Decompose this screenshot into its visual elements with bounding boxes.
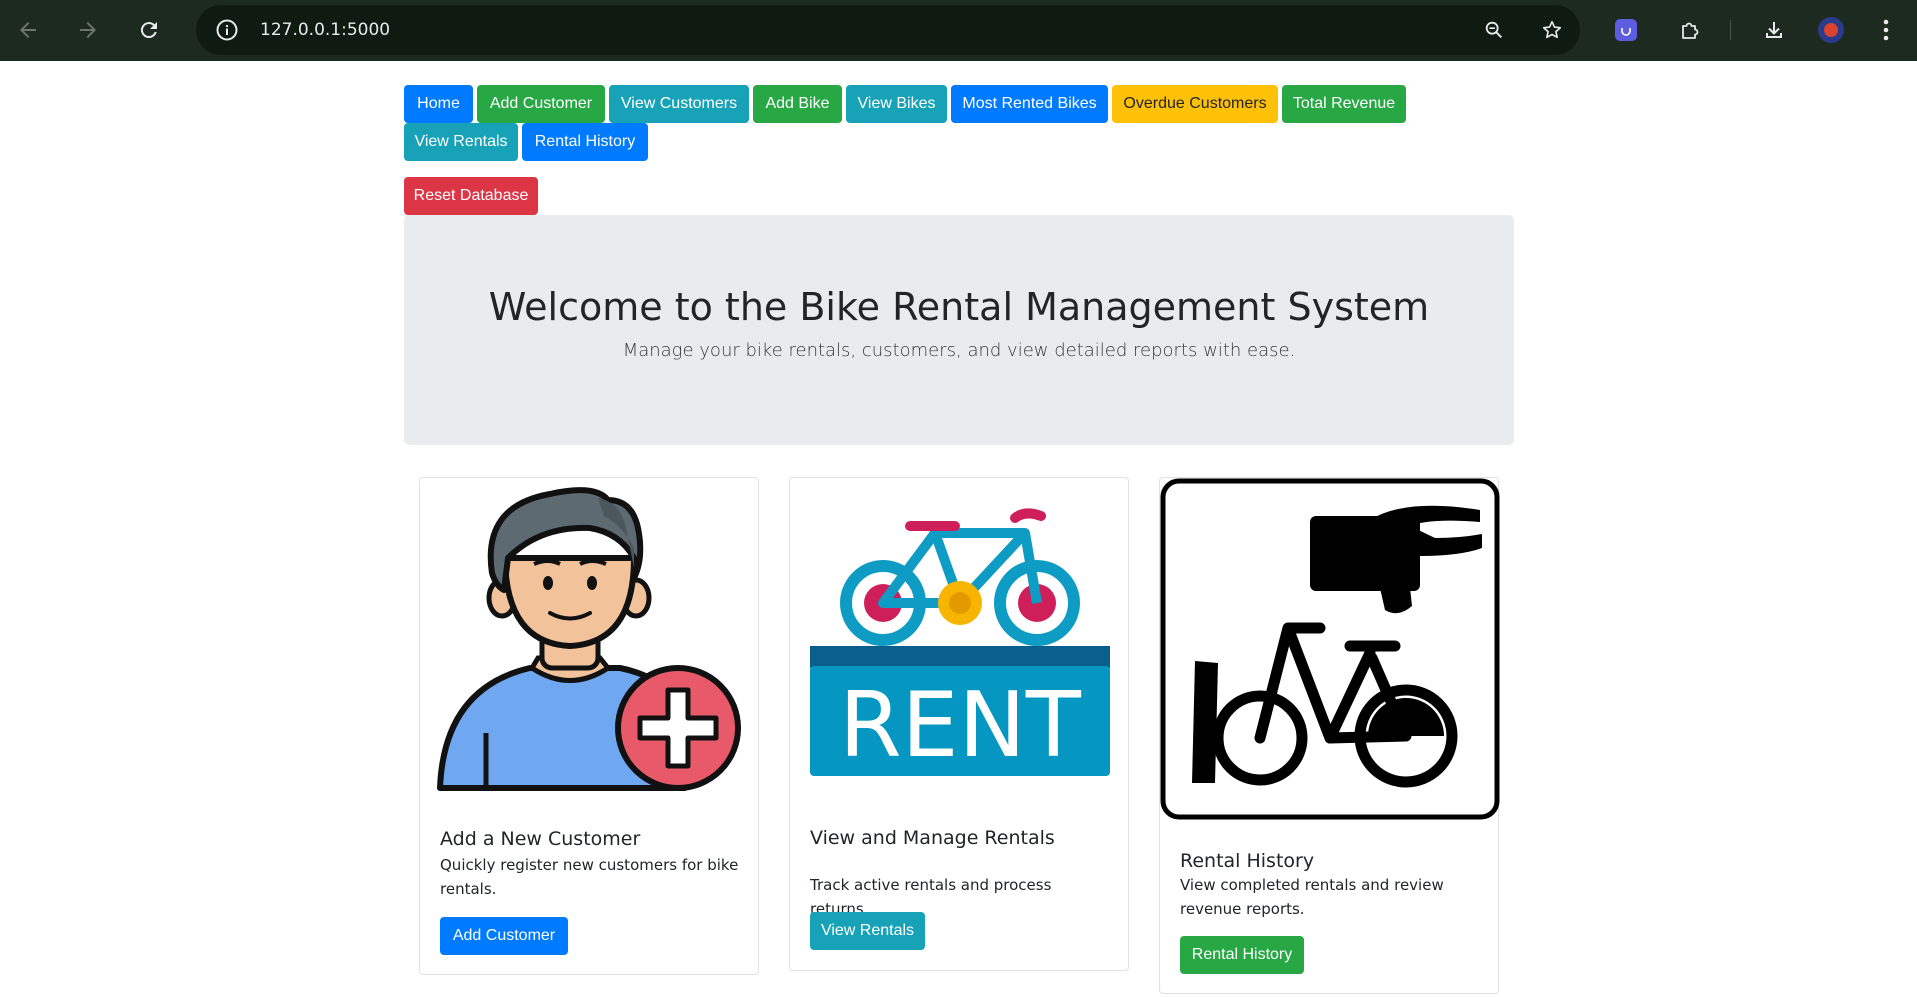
rent-bicycle-illustration: RENT xyxy=(790,478,1130,813)
url-text: 127.0.0.1:5000 xyxy=(260,20,391,40)
nav-home-button[interactable]: Home xyxy=(404,85,473,123)
nav-add-bike-button[interactable]: Add Bike xyxy=(753,85,842,123)
browser-toolbar: 127.0.0.1:5000 xyxy=(0,0,1917,61)
toolbar-divider xyxy=(1730,20,1731,40)
card-rental-history: Rental History View completed rentals an… xyxy=(1159,477,1500,994)
hero-subtitle: Manage your bike rentals, customers, and… xyxy=(622,340,1296,361)
download-icon[interactable] xyxy=(1758,14,1790,46)
bookmark-star-icon[interactable] xyxy=(1536,14,1568,46)
card-title: View and Manage Rentals xyxy=(810,827,1055,849)
reset-database-button[interactable]: Reset Database xyxy=(404,177,538,215)
nav-most-rented-bikes-button[interactable]: Most Rented Bikes xyxy=(951,85,1108,123)
extension-app-icon[interactable] xyxy=(1610,14,1642,46)
hero-jumbotron: Welcome to the Bike Rental Management Sy… xyxy=(404,215,1514,445)
zoom-icon[interactable] xyxy=(1478,14,1510,46)
nav-rental-history-button[interactable]: Rental History xyxy=(522,123,648,161)
bike-rental-sign-illustration xyxy=(1160,478,1500,820)
menu-kebab-icon[interactable] xyxy=(1870,14,1902,46)
nav-total-revenue-button[interactable]: Total Revenue xyxy=(1282,85,1406,123)
card-add-customer: Add a New Customer Quickly register new … xyxy=(419,477,759,975)
card-view-rentals-button[interactable]: View Rentals xyxy=(810,912,925,950)
card-text: Quickly register new customers for bike … xyxy=(440,856,739,898)
forward-icon[interactable] xyxy=(72,14,104,46)
nav-view-bikes-button[interactable]: View Bikes xyxy=(846,85,947,123)
back-icon[interactable] xyxy=(12,14,44,46)
card-title: Add a New Customer xyxy=(440,828,641,850)
site-info-icon[interactable] xyxy=(214,17,240,43)
card-add-customer-button[interactable]: Add Customer xyxy=(440,917,568,955)
nav-add-customer-button[interactable]: Add Customer xyxy=(477,85,605,123)
add-customer-illustration xyxy=(420,478,760,793)
profile-avatar[interactable] xyxy=(1815,14,1847,46)
hero-title: Welcome to the Bike Rental Management Sy… xyxy=(488,285,1430,329)
address-bar[interactable]: 127.0.0.1:5000 xyxy=(196,5,1580,55)
card-text: View completed rentals and review revenu… xyxy=(1180,876,1444,918)
rent-sign-text: RENT xyxy=(839,673,1082,778)
card-title: Rental History xyxy=(1180,850,1315,872)
card-rental-history-button[interactable]: Rental History xyxy=(1180,936,1304,974)
nav-view-rentals-button[interactable]: View Rentals xyxy=(404,123,518,161)
reload-icon[interactable] xyxy=(133,14,165,46)
card-view-rentals: RENT View and Manage Rentals Track activ… xyxy=(789,477,1129,971)
extensions-puzzle-icon[interactable] xyxy=(1674,14,1706,46)
nav-view-customers-button[interactable]: View Customers xyxy=(609,85,749,123)
nav-overdue-customers-button[interactable]: Overdue Customers xyxy=(1112,85,1278,123)
